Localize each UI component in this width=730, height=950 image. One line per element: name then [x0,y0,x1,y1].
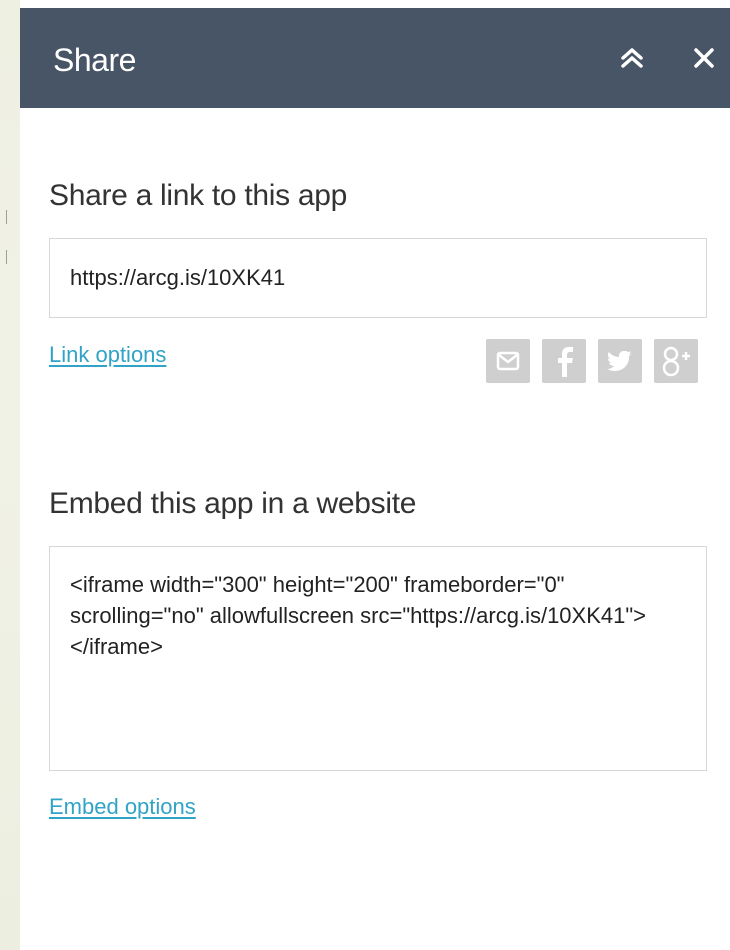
close-icon [694,48,714,68]
facebook-share-button[interactable] [542,339,586,383]
collapse-button[interactable] [612,38,652,78]
embed-heading: Embed this app in a website [49,487,417,520]
double-chevron-up-icon [621,48,643,68]
email-share-button[interactable] [486,339,530,383]
panel-header: Share [20,8,730,108]
google-plus-share-button[interactable] [654,339,698,383]
map-background [0,0,20,950]
close-button[interactable] [684,38,724,78]
google-plus-icon [662,346,690,377]
email-icon [496,351,520,371]
twitter-icon [607,351,632,371]
embed-options-link[interactable]: Embed options [49,794,196,820]
map-tick [6,250,13,264]
twitter-share-button[interactable] [598,339,642,383]
map-tick [6,210,13,224]
facebook-icon [558,347,573,377]
share-link-heading: Share a link to this app [49,179,347,212]
share-link-input[interactable] [49,238,707,318]
share-panel: Share Share a link to this app Link opti… [20,8,730,950]
embed-code-textarea[interactable]: <iframe width="300" height="200" framebo… [49,546,707,771]
link-options-link[interactable]: Link options [49,342,166,368]
panel-title: Share [53,42,136,78]
